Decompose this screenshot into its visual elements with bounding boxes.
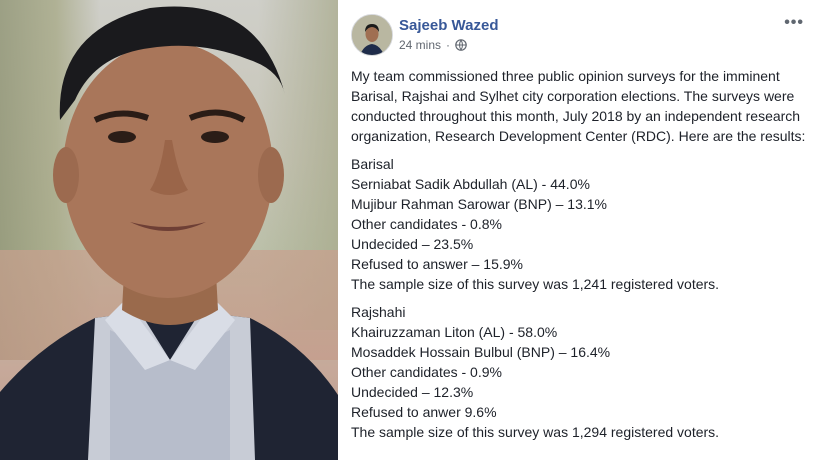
post-intro: My team commissioned three public opinio… — [351, 68, 806, 144]
post-meta: 24 mins · — [399, 38, 467, 52]
separator-dot: · — [446, 38, 451, 52]
survey-sample-size: The sample size of this survey was 1,294… — [351, 424, 720, 440]
survey-line: Refused to answer – 15.9% — [351, 256, 523, 272]
facebook-post: Sajeeb Wazed 24 mins · ••• My team commi… — [338, 0, 826, 460]
survey-sample-size: The sample size of this survey was 1,241… — [351, 276, 720, 292]
survey-line: Undecided – 12.3% — [351, 384, 474, 400]
survey-line: Other candidates - 0.8% — [351, 216, 502, 232]
survey-line: Other candidates - 0.9% — [351, 364, 502, 380]
survey-line: Serniabat Sadik Abdullah (AL) - 44.0% — [351, 176, 590, 192]
survey-line: Refused to anwer 9.6% — [351, 404, 497, 420]
survey-title: Rajshahi — [351, 304, 406, 320]
survey-line: Khairuzzaman Liton (AL) - 58.0% — [351, 324, 558, 340]
portrait-illustration — [0, 6, 338, 460]
survey-block-rajshahi: Rajshahi Khairuzzaman Liton (AL) - 58.0%… — [351, 302, 811, 442]
author-avatar[interactable] — [351, 14, 393, 56]
globe-icon[interactable] — [455, 39, 467, 51]
survey-line: Mujibur Rahman Sarowar (BNP) – 13.1% — [351, 196, 607, 212]
post-content: My team commissioned three public opinio… — [351, 66, 811, 450]
post-time[interactable]: 24 mins — [399, 38, 441, 52]
survey-title: Barisal — [351, 156, 394, 172]
survey-block-barisal: Barisal Serniabat Sadik Abdullah (AL) - … — [351, 154, 811, 294]
more-options-icon[interactable]: ••• — [784, 14, 804, 32]
survey-line: Mosaddek Hossain Bulbul (BNP) – 16.4% — [351, 344, 611, 360]
author-name[interactable]: Sajeeb Wazed — [399, 17, 498, 34]
avatar-portrait — [352, 15, 392, 55]
profile-photo — [0, 0, 338, 460]
survey-line: Undecided – 23.5% — [351, 236, 474, 252]
